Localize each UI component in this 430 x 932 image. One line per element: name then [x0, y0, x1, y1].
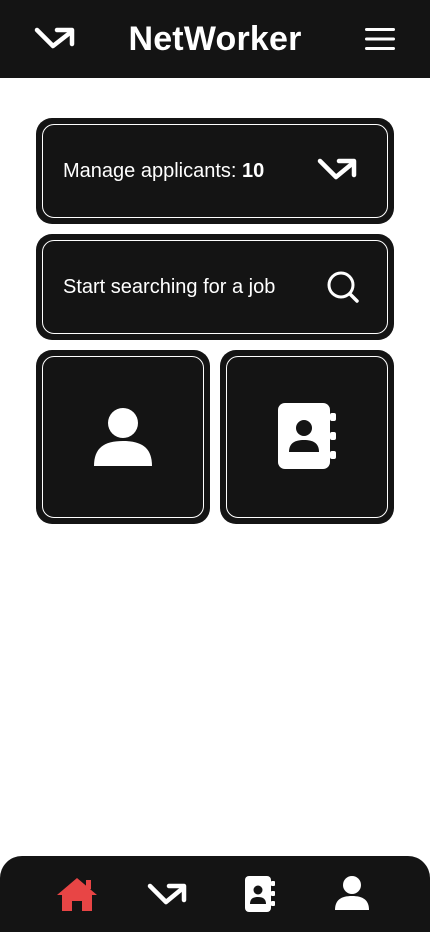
home-icon: [57, 878, 97, 911]
bottom-navigation: [0, 856, 430, 932]
job-search-label: Start searching for a job: [63, 276, 276, 298]
nav-profile[interactable]: [330, 874, 374, 914]
job-search-card[interactable]: Start searching for a job: [36, 234, 394, 340]
applicants-label-text: Manage applicants:: [63, 160, 243, 182]
contacts-card[interactable]: [220, 350, 394, 524]
applicants-count: 10: [242, 160, 265, 182]
search-icon: [327, 271, 359, 303]
manage-applicants-label: Manage applicants: 10: [63, 160, 264, 183]
nav-contacts[interactable]: [238, 874, 282, 914]
profile-card[interactable]: [36, 350, 210, 524]
nav-home[interactable]: [55, 874, 99, 914]
trend-arrow-icon: [317, 158, 357, 180]
address-book-icon: [245, 876, 275, 912]
top-bar: NetWorker: [0, 0, 430, 78]
nav-applicants[interactable]: [145, 874, 189, 914]
menu-button[interactable]: [363, 26, 397, 52]
manage-applicants-card[interactable]: Manage applicants: 10: [36, 118, 394, 224]
address-book-icon: [278, 403, 336, 469]
user-icon: [94, 408, 152, 466]
trend-arrow-icon: [147, 883, 187, 905]
hamburger-menu-icon: [365, 28, 395, 50]
user-icon: [335, 876, 369, 910]
